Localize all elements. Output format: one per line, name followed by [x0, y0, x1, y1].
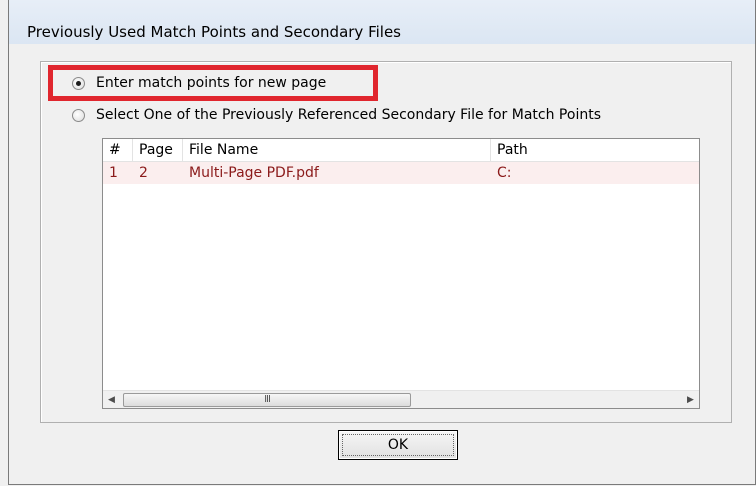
option-new-page-label: Enter match points for new page	[96, 75, 327, 91]
scroll-thumb[interactable]: III	[123, 393, 411, 407]
option-secondary-file-label: Select One of the Previously Referenced …	[96, 107, 601, 123]
column-header-path[interactable]: Path	[491, 139, 699, 161]
ok-button[interactable]: OK	[338, 430, 458, 460]
window-title: Previously Used Match Points and Seconda…	[27, 23, 401, 41]
column-header-file-name[interactable]: File Name	[183, 139, 491, 161]
cell-page: 2	[139, 165, 148, 181]
radio-secondary-file[interactable]	[72, 108, 85, 122]
option-secondary-file[interactable]: Select One of the Previously Referenced …	[72, 107, 601, 123]
title-bar[interactable]: Previously Used Match Points and Seconda…	[9, 0, 755, 44]
radio-new-page[interactable]	[72, 76, 85, 90]
scroll-grip-icon: III	[264, 394, 271, 405]
cell-path: C:	[497, 165, 512, 181]
column-header-number[interactable]: #	[103, 139, 133, 161]
option-new-page[interactable]: Enter match points for new page	[72, 75, 326, 91]
cell-number: 1	[109, 165, 118, 181]
focus-rectangle	[342, 434, 454, 456]
secondary-files-list[interactable]: # Page File Name Path 1 2 Multi-Page PDF…	[102, 138, 700, 409]
table-row[interactable]: 1 2 Multi-Page PDF.pdf C:	[103, 162, 699, 184]
cell-file-name: Multi-Page PDF.pdf	[189, 165, 319, 181]
scroll-left-icon[interactable]: ◀	[103, 391, 120, 408]
scroll-right-icon[interactable]: ▶	[682, 391, 699, 408]
list-header: # Page File Name Path	[103, 139, 699, 162]
horizontal-scrollbar[interactable]: ◀ III ▶	[103, 390, 699, 408]
column-header-page[interactable]: Page	[133, 139, 183, 161]
